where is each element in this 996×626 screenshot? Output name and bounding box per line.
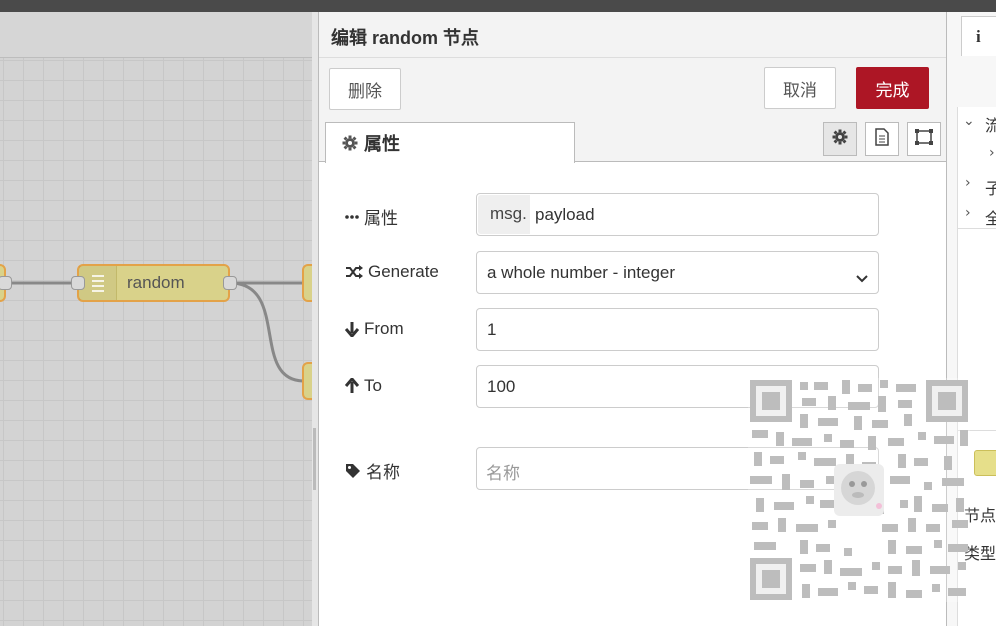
name-label: 名称 [345, 458, 400, 483]
random-node[interactable]: random [77, 264, 230, 302]
generate-select[interactable]: a whole number - integer [476, 251, 879, 294]
description-tab-button[interactable] [865, 122, 899, 156]
info-tab[interactable]: i [961, 16, 996, 56]
from-label: From [345, 319, 404, 339]
tab-properties[interactable]: 属性 [325, 122, 575, 163]
top-bar [0, 0, 996, 12]
gear-icon [832, 129, 848, 149]
generate-label-text: Generate [368, 262, 439, 281]
wire-out-2 [229, 281, 305, 383]
sidebar-item-flows[interactable]: 流 [985, 112, 996, 136]
upstream-output-port[interactable] [0, 276, 12, 290]
node-type-chip [974, 450, 996, 476]
row-property: 属性 msg. payload [319, 193, 947, 237]
tab-properties-label: 属性 [364, 134, 400, 154]
from-input[interactable]: 1 [476, 308, 879, 351]
info-icon: i [976, 26, 981, 46]
flow-workspace[interactable]: random [0, 12, 312, 626]
to-label-text: To [364, 376, 382, 395]
property-value: payload [535, 205, 595, 224]
from-label-text: From [364, 319, 404, 338]
gear-icon [342, 135, 358, 151]
splitter-handle[interactable] [313, 428, 316, 490]
wire-layer [4, 281, 305, 383]
done-button[interactable]: 完成 [856, 67, 929, 109]
list-icon [91, 275, 104, 292]
downstream-node-1[interactable] [302, 264, 312, 302]
sidebar-item-global[interactable]: 全 [985, 205, 996, 229]
random-output-port[interactable] [223, 276, 237, 290]
settings-tab-button[interactable] [823, 122, 857, 156]
sidebar-divider [957, 228, 996, 229]
downstream-node-2[interactable] [302, 362, 312, 400]
name-label-text: 名称 [366, 463, 400, 482]
generate-value: a whole number - integer [487, 263, 676, 282]
sidebar-item-subflows[interactable]: 子 [985, 175, 996, 199]
random-node-label: random [127, 273, 185, 292]
tray-toolbar: 删除 取消 完成 [319, 58, 947, 122]
chevron-down-icon[interactable]: ⌄ [963, 113, 975, 129]
generate-label: Generate [345, 262, 439, 282]
property-label-text: 属性 [364, 209, 398, 228]
chevron-right-icon[interactable]: › [965, 205, 971, 221]
tray-tab-bar: 属性 [319, 122, 947, 163]
row-from: From 1 [319, 308, 947, 352]
property-input[interactable]: msg. payload [476, 193, 879, 236]
chevron-right-icon[interactable]: › [989, 145, 995, 161]
to-value: 100 [487, 377, 516, 396]
appearance-tab-button[interactable] [907, 122, 941, 156]
arrow-down-icon [345, 321, 359, 337]
row-generate: Generate a whole number - integer [319, 251, 947, 295]
tray-title: 编辑 random 节点 [331, 28, 480, 48]
shuffle-icon [345, 265, 363, 279]
name-placeholder: 名称 [486, 464, 520, 483]
tag-icon [345, 463, 361, 479]
chevron-down-icon [856, 268, 868, 288]
property-label: 属性 [345, 204, 398, 229]
document-icon [875, 128, 889, 150]
random-input-port[interactable] [71, 276, 85, 290]
to-label: To [345, 376, 382, 396]
frame-icon [914, 128, 934, 150]
chevron-right-icon[interactable]: › [965, 175, 971, 191]
arrow-up-icon [345, 378, 359, 394]
ellipsis-icon [345, 214, 359, 220]
delete-button[interactable]: 删除 [329, 68, 401, 110]
tray-header: 编辑 random 节点 [319, 12, 947, 58]
from-value: 1 [487, 320, 497, 339]
qr-code-overlay [748, 378, 970, 602]
msg-prefix[interactable]: msg. [478, 195, 530, 234]
cancel-button[interactable]: 取消 [764, 67, 836, 109]
